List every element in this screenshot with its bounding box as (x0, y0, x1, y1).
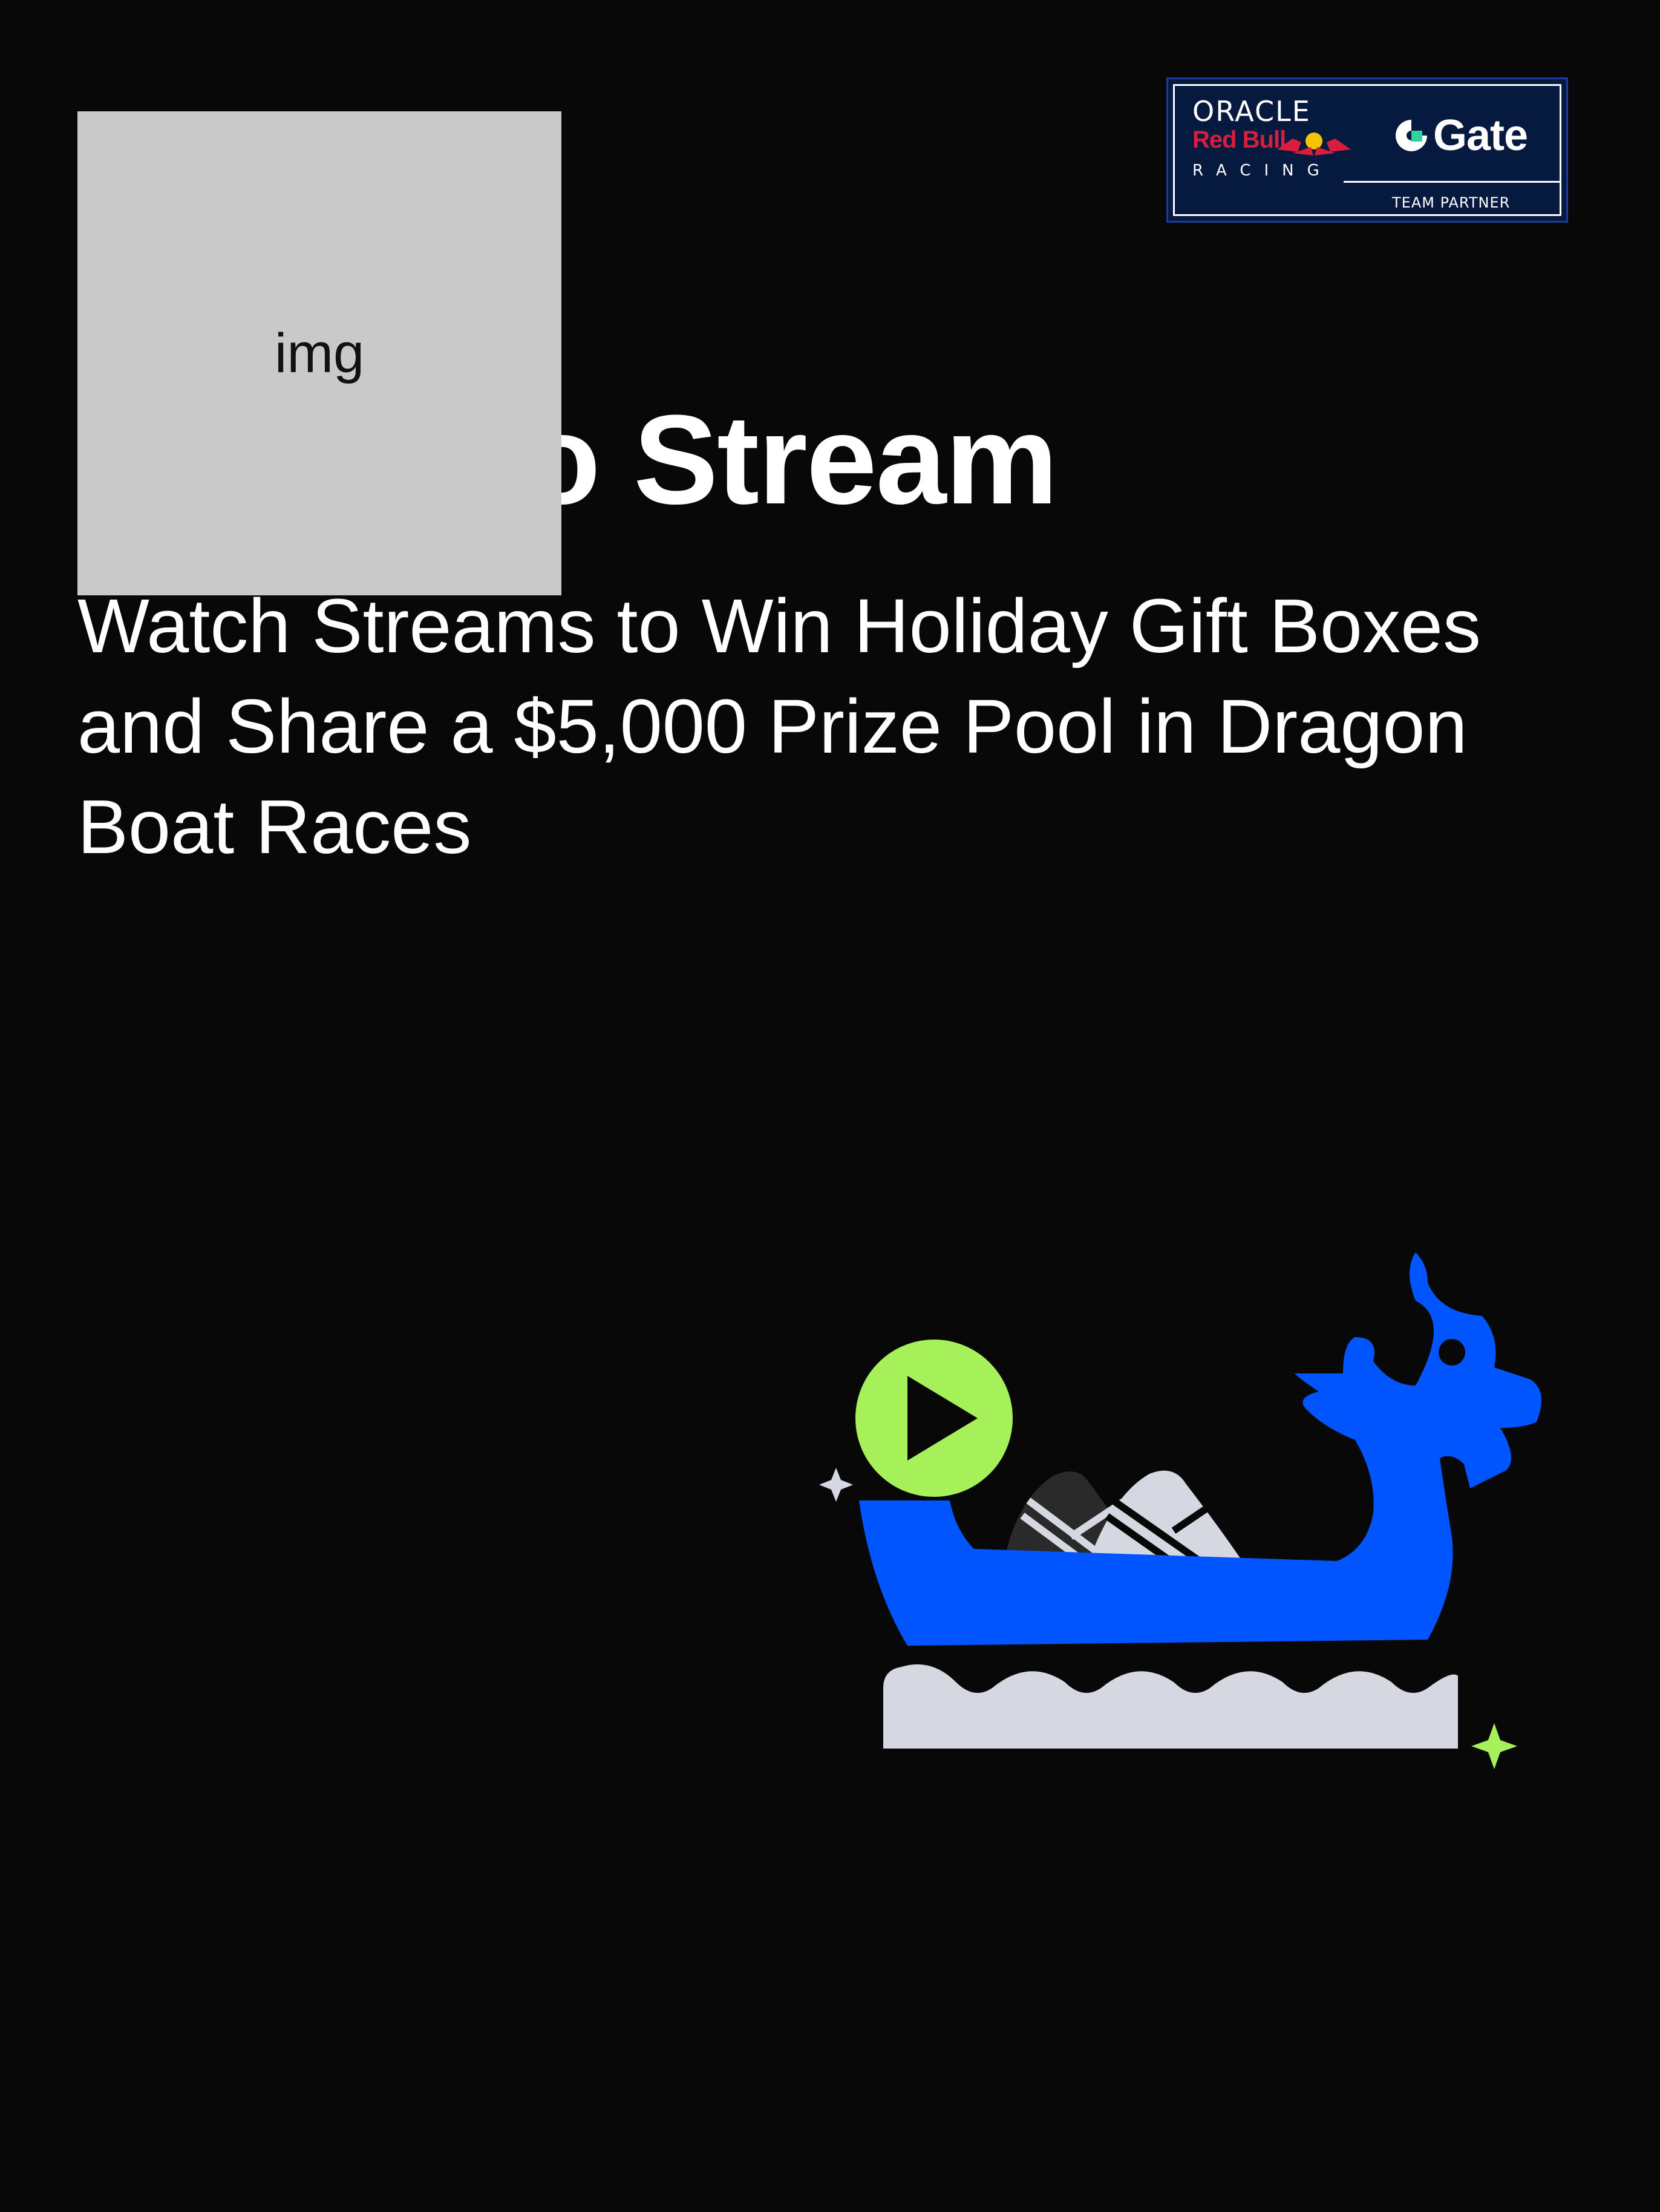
team-partner-label: TEAM PARTNER (1392, 194, 1511, 211)
page-subtitle: Watch Streams to Win Holiday Gift Boxes … (77, 583, 1482, 869)
badge-divider (1344, 181, 1561, 183)
partner-badge: ORACLE Red Bull RACING Gate TEAM PARTNER (1166, 77, 1568, 223)
gate-wordmark: Gate (1433, 111, 1528, 160)
racing-wordmark: RACING (1192, 162, 1333, 180)
sparkle-icon (819, 1468, 853, 1502)
gate-icon (1396, 120, 1427, 151)
dragon-boat-illustration (819, 1252, 1541, 1769)
water-waves (883, 1664, 1458, 1749)
gate-logo: Gate (1392, 111, 1528, 160)
dragon-eye (1439, 1339, 1465, 1366)
oracle-wordmark: ORACLE (1192, 95, 1311, 128)
image-placeholder: img (77, 111, 561, 595)
redbull-wordmark: Red Bull (1192, 126, 1286, 153)
bull-icon (1277, 133, 1351, 155)
image-placeholder-label: img (274, 322, 365, 384)
sparkle-icon (1471, 1723, 1517, 1769)
